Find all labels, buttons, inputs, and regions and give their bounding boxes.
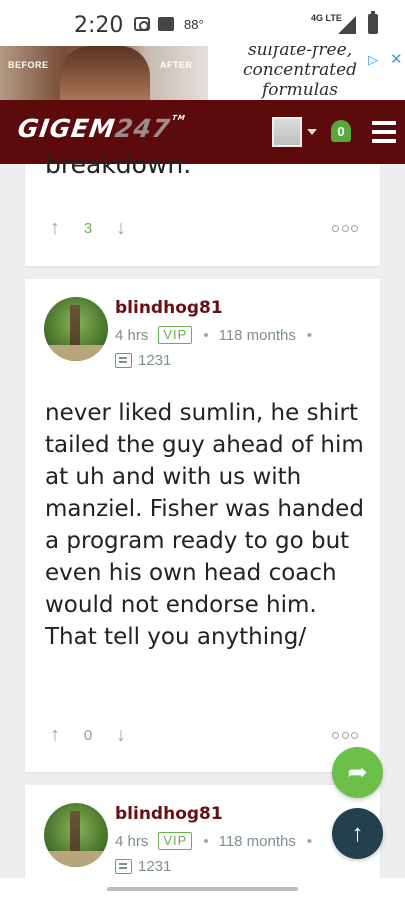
post-username[interactable]: blindhog81	[115, 804, 223, 824]
more-options-icon[interactable]	[332, 730, 358, 740]
logo-text: GIGEM	[15, 114, 118, 143]
user-avatar[interactable]	[272, 117, 302, 147]
hamburger-menu-icon[interactable]	[372, 121, 396, 143]
reply-button[interactable]: ➦	[332, 747, 383, 798]
vote-score: 3	[83, 219, 93, 237]
post-time: 4 hrs	[115, 326, 149, 344]
avatar[interactable]	[44, 803, 108, 867]
ad-image[interactable]: BEFORE AFTER	[0, 46, 208, 100]
post-count: 1231	[115, 352, 171, 369]
separator-dot: •	[306, 326, 313, 344]
ad-close-icon[interactable]: ✕	[390, 50, 403, 68]
post-count-value: 1231	[138, 352, 172, 369]
separator-dot: •	[203, 832, 209, 850]
vote-score: 0	[83, 726, 93, 744]
image-icon	[158, 17, 174, 31]
upvote-icon[interactable]: ↑	[45, 724, 65, 747]
separator-dot: •	[306, 832, 313, 850]
separator-dot: •	[203, 326, 209, 344]
status-time: 2:20	[74, 13, 124, 38]
logo-trademark: TM	[171, 114, 187, 122]
battery-icon	[368, 11, 378, 34]
ad-banner[interactable]: BEFORE AFTER sulfate-free, concentrated …	[0, 46, 405, 100]
logo-number: 247	[113, 114, 173, 143]
post-body-fragment: breakdown.	[45, 150, 192, 179]
post-count: 1231	[115, 858, 171, 875]
ad-before-label: BEFORE	[8, 60, 49, 70]
ad-after-label: AFTER	[160, 60, 193, 70]
gesture-handle[interactable]	[107, 887, 298, 891]
post-meta: 4 hrs VIP • 118 months •	[115, 326, 322, 344]
camera-icon	[134, 17, 150, 31]
upvote-icon[interactable]: ↑	[45, 217, 65, 240]
scroll-to-top-button[interactable]: ↑	[332, 808, 383, 859]
status-bar: 2:20 88° 4G LTE	[0, 0, 405, 46]
post-body: never liked sumlin, he shirt tailed the …	[45, 400, 364, 650]
post-card: blindhog81 4 hrs VIP • 118 months • 1231…	[25, 279, 380, 772]
member-tenure: 118 months	[218, 326, 296, 344]
downvote-icon[interactable]: ↓	[111, 724, 131, 747]
post-username[interactable]: blindhog81	[115, 298, 223, 318]
vip-badge: VIP	[158, 832, 193, 850]
comment-icon	[115, 353, 132, 368]
post-card: breakdown. ↑ 3 ↓	[25, 150, 380, 266]
system-nav-bar	[0, 878, 405, 900]
ad-text[interactable]: sulfate-free, concentrated formulas	[230, 46, 370, 100]
notification-count: 0	[337, 124, 345, 139]
more-options-icon[interactable]	[332, 223, 358, 233]
downvote-icon[interactable]: ↓	[111, 217, 131, 240]
chevron-down-icon[interactable]	[307, 129, 317, 135]
signal-icon	[338, 16, 356, 34]
post-count-value: 1231	[138, 858, 172, 875]
ad-choices-icon[interactable]: ▷	[368, 52, 378, 68]
screen: 2:20 88° 4G LTE BEFORE AFTER sulfate-fre…	[0, 0, 405, 900]
post-time: 4 hrs	[115, 832, 149, 850]
comment-icon	[115, 859, 132, 874]
avatar[interactable]	[44, 297, 108, 361]
notifications-button[interactable]: 0	[328, 116, 354, 146]
status-temperature: 88°	[184, 17, 204, 32]
post-meta: 4 hrs VIP • 118 months •	[115, 832, 322, 850]
member-tenure: 118 months	[218, 832, 296, 850]
vote-controls: ↑ 0 ↓	[45, 723, 131, 747]
site-logo[interactable]: GIGEM247TM	[16, 114, 186, 143]
vote-controls: ↑ 3 ↓	[45, 216, 131, 240]
vip-badge: VIP	[158, 326, 193, 344]
